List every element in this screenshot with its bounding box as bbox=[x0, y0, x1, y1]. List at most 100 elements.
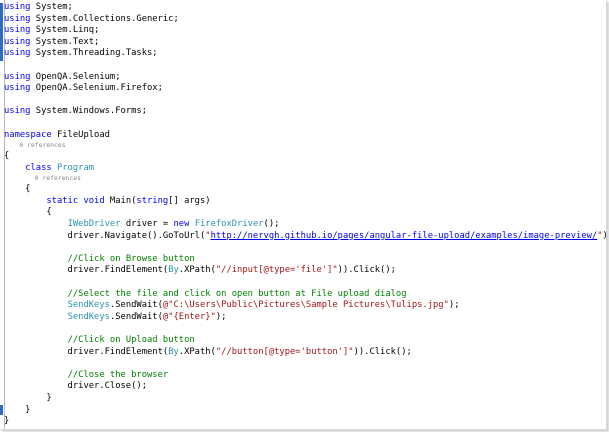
code-line[interactable]: driver.FindElement(By.XPath("//input[@ty… bbox=[4, 264, 396, 276]
change-bar bbox=[0, 3, 3, 61]
code-token: { bbox=[4, 207, 52, 218]
code-token: using bbox=[4, 2, 31, 12]
code-token: .SendWait( bbox=[109, 311, 163, 322]
codelens-references[interactable]: 0 references bbox=[4, 140, 65, 150]
code-line[interactable]: driver.FindElement(By.XPath("//button[@t… bbox=[4, 346, 412, 358]
code-token: } bbox=[4, 416, 10, 427]
url-link[interactable]: http://nervgh.github.io/pages/angular-fi… bbox=[211, 231, 598, 241]
code-line[interactable]: using System.Text; bbox=[4, 36, 99, 48]
code-token: System.Collections.Generic; bbox=[30, 13, 179, 24]
code-line[interactable]: SendKeys.SendWait(@"C:\Users\Public\Pict… bbox=[4, 299, 460, 311]
code-line[interactable]: using OpenQA.Selenium; bbox=[4, 71, 121, 83]
codelens-references[interactable]: 0 references bbox=[4, 173, 81, 183]
code-line[interactable]: { bbox=[4, 183, 30, 195]
code-line[interactable]: driver.Navigate().GoToUrl("http://nervgh… bbox=[4, 230, 606, 242]
code-line[interactable]: } bbox=[4, 392, 52, 404]
code-line[interactable]: } bbox=[4, 404, 30, 416]
code-token: new bbox=[173, 219, 190, 229]
code-line[interactable]: class Program bbox=[4, 162, 94, 174]
code-token: using bbox=[4, 106, 31, 117]
code-token: } bbox=[4, 404, 31, 415]
code-token: driver.FindElement( bbox=[4, 346, 169, 357]
code-line[interactable]: using System.Collections.Generic; bbox=[4, 13, 179, 25]
code-token: FileUpload bbox=[51, 129, 110, 140]
code-token: @"C:\Users\Public\Pictures\Sample Pictur… bbox=[162, 300, 449, 311]
code-token: )).Click(); bbox=[337, 265, 396, 276]
code-token: OpenQA.Selenium.Firefox; bbox=[30, 83, 163, 94]
code-token: By bbox=[168, 265, 179, 276]
code-editor[interactable]: using System; using System.Collections.Ge… bbox=[0, 0, 607, 430]
code-line[interactable]: //Select the file and click on open butt… bbox=[4, 288, 407, 300]
code-token: System.Threading.Tasks; bbox=[30, 48, 158, 59]
code-token: namespace bbox=[4, 129, 52, 140]
code-token: ); bbox=[602, 231, 606, 241]
code-token: "//button[@type='button']" bbox=[215, 346, 354, 357]
code-token: static bbox=[46, 195, 79, 206]
code-token: SendKeys bbox=[67, 300, 110, 311]
code-token: "//input[@type='file']" bbox=[215, 265, 338, 276]
code-line[interactable]: } bbox=[4, 415, 9, 427]
code-token: string bbox=[136, 195, 169, 206]
code-line[interactable]: //Close the browser bbox=[4, 369, 169, 381]
code-token: Program bbox=[56, 162, 95, 173]
code-token: System.Windows.Forms; bbox=[30, 106, 148, 117]
code-token: IWebDriver bbox=[67, 219, 121, 229]
code-token: driver = bbox=[120, 219, 174, 229]
code-line[interactable]: IWebDriver driver = new FirefoxDriver(); bbox=[4, 218, 280, 230]
code-token: (); bbox=[263, 219, 280, 229]
code-token: [] args) bbox=[168, 195, 211, 206]
code-line[interactable]: using System; bbox=[4, 1, 73, 13]
code-line[interactable]: //Click on Browse button bbox=[4, 253, 195, 265]
code-line[interactable]: using System.Threading.Tasks; bbox=[4, 47, 158, 59]
code-token: using bbox=[4, 36, 31, 47]
code-token: driver.Close(); bbox=[4, 381, 147, 392]
code-line[interactable]: using System.Windows.Forms; bbox=[4, 105, 147, 117]
code-token: OpenQA.Selenium; bbox=[30, 71, 121, 82]
code-token: //Select the file and click on open butt… bbox=[67, 288, 407, 299]
code-token: using bbox=[4, 13, 31, 24]
code-token: By bbox=[168, 346, 179, 357]
code-token: driver.FindElement( bbox=[4, 265, 169, 276]
code-token: using bbox=[4, 83, 31, 94]
code-token: FirefoxDriver bbox=[194, 219, 264, 229]
change-bar bbox=[0, 405, 3, 415]
code-line[interactable]: namespace FileUpload bbox=[4, 129, 110, 141]
code-line[interactable]: static void Main(string[] args) bbox=[4, 195, 211, 207]
code-token: //Close the browser bbox=[67, 369, 169, 380]
code-token: .XPath( bbox=[178, 346, 216, 357]
code-token: ); bbox=[215, 311, 227, 322]
code-line[interactable]: using System.Linq; bbox=[4, 24, 99, 36]
code-token: } bbox=[4, 393, 52, 403]
code-line[interactable]: SendKeys.SendWait(@"{Enter}"); bbox=[4, 311, 227, 323]
code-line[interactable]: { bbox=[4, 206, 52, 218]
code-token: Main( bbox=[104, 195, 137, 206]
code-token: System; bbox=[30, 2, 73, 12]
code-token: SendKeys bbox=[67, 311, 110, 322]
code-token: using bbox=[4, 48, 31, 59]
code-token: { bbox=[4, 184, 31, 195]
code-token: void bbox=[83, 195, 105, 206]
code-line[interactable]: using OpenQA.Selenium.Firefox; bbox=[4, 82, 163, 94]
code-line[interactable]: { bbox=[4, 150, 9, 162]
code-token: .SendWait( bbox=[109, 300, 163, 311]
code-token: )).Click(); bbox=[353, 346, 412, 357]
code-token: System.Linq; bbox=[30, 25, 100, 36]
code-token: using bbox=[4, 25, 31, 36]
code-token: //Click on Upload button bbox=[67, 335, 195, 345]
code-line[interactable]: driver.Close(); bbox=[4, 380, 147, 392]
code-token: @"{Enter}" bbox=[162, 311, 216, 322]
code-line[interactable]: //Click on Upload button bbox=[4, 334, 195, 346]
code-token: class bbox=[25, 162, 52, 173]
code-token: driver.Navigate().GoToUrl( bbox=[4, 230, 206, 241]
code-token: System.Text; bbox=[30, 36, 100, 47]
code-token: ); bbox=[448, 300, 460, 311]
